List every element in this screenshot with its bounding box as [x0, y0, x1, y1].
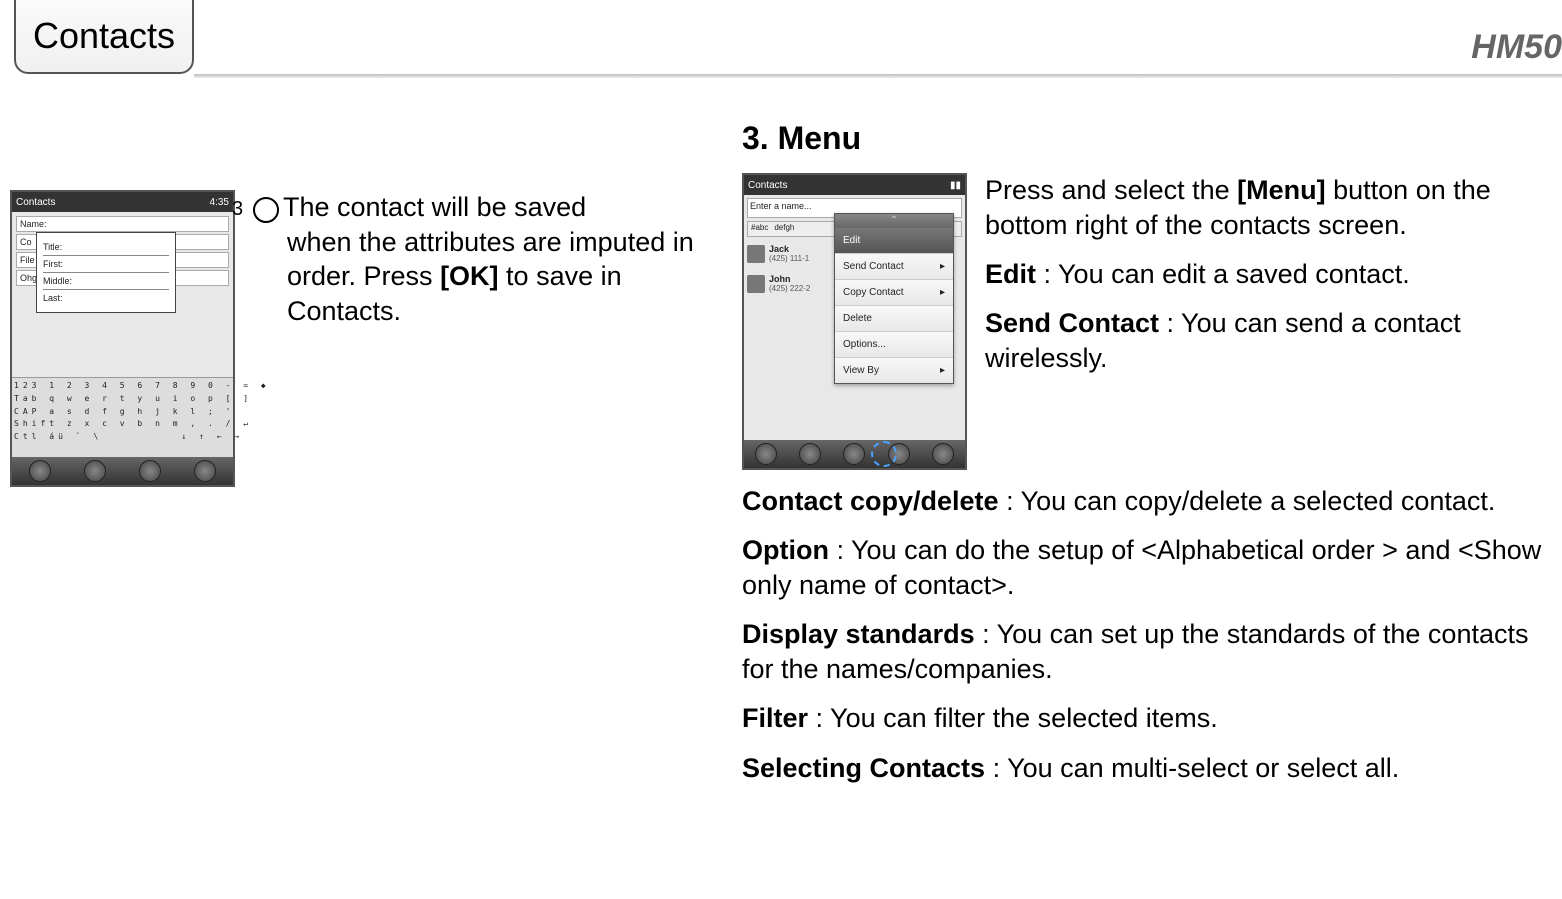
contact2-num: (425) 222-2 — [769, 285, 810, 294]
desc-filter: : You can filter the selected items. — [808, 703, 1218, 733]
popup-handle-icon: ⌃ — [835, 214, 953, 228]
kb-row4: Shift z x c v b n m , . / ↵ — [14, 418, 231, 431]
ss1-titlebar: Contacts 4:35 — [12, 192, 233, 212]
term-send: Send Contact — [985, 308, 1159, 338]
ss2-softkeys — [744, 440, 965, 468]
menu-item-viewby: View By ▸ — [835, 358, 953, 383]
section-tab-label: Contacts — [33, 15, 175, 57]
ss1-popup-middle: Middle: — [43, 273, 169, 290]
def-send: Send Contact : You can send a contact wi… — [985, 306, 1552, 376]
phone-icon — [799, 443, 821, 465]
term-display: Display standards — [742, 619, 975, 649]
keyboard-icon — [84, 460, 106, 482]
defs-continued: Contact copy/delete : You can copy/delet… — [742, 484, 1552, 786]
menu-item-edit: Edit — [835, 228, 953, 254]
def-display: Display standards : You can set up the s… — [742, 617, 1552, 687]
term-option: Option — [742, 535, 829, 565]
ss2-title: Contacts — [748, 180, 787, 191]
tab-abc: #abc — [751, 223, 768, 235]
term-copydelete: Contact copy/delete — [742, 486, 999, 516]
start-icon — [755, 443, 777, 465]
menu-item-delete: Delete — [835, 306, 953, 332]
ss2-menu-popup: ⌃ Edit Send Contact ▸ Copy Contact ▸ Del… — [834, 213, 954, 384]
ss1-softkeys — [12, 457, 233, 485]
left-column: Contacts 4:35 Name: Co File Ohgaq Title:… — [10, 120, 720, 497]
step-3-row: Contacts 4:35 Name: Co File Ohgaq Title:… — [10, 190, 720, 487]
chevron-right-icon: ▸ — [940, 287, 945, 298]
screenshot-contact-entry: Contacts 4:35 Name: Co File Ohgaq Title:… — [10, 190, 235, 487]
def-copydelete: Contact copy/delete : You can copy/delet… — [742, 484, 1552, 519]
def-filter: Filter : You can filter the selected ite… — [742, 701, 1552, 736]
def-option: Option : You can do the setup of <Alphab… — [742, 533, 1552, 603]
kb-row1: 123 1 2 3 4 5 6 7 8 9 0 - = ◆ — [14, 380, 231, 393]
screenshot-contacts-menu: Contacts ▮▮ Enter a name... #abc defgh J… — [742, 173, 967, 470]
desc-copydelete: : You can copy/delete a selected contact… — [999, 486, 1496, 516]
def-edit: Edit : You can edit a saved contact. — [985, 257, 1552, 292]
header-rule — [194, 74, 1562, 78]
term-selecting: Selecting Contacts — [742, 753, 985, 783]
contact-icon — [747, 275, 765, 293]
term-edit: Edit — [985, 259, 1036, 289]
ss1-popup-last: Last: — [43, 290, 169, 306]
chevron-right-icon: ▸ — [940, 365, 945, 376]
term-filter: Filter — [742, 703, 808, 733]
menu-send-label: Send Contact — [843, 261, 904, 272]
start-icon — [29, 460, 51, 482]
right-column: 3. Menu Contacts ▮▮ Enter a name... #abc… — [742, 120, 1552, 786]
menu-item-copy: Copy Contact ▸ — [835, 280, 953, 306]
ss2-status-icons: ▮▮ — [950, 180, 961, 191]
keyboard-icon — [843, 443, 865, 465]
section-tab: Contacts — [14, 0, 194, 74]
menu-delete-label: Delete — [843, 313, 872, 324]
tab-defgh: defgh — [774, 223, 794, 235]
ss1-popup-title: Title: — [43, 239, 169, 256]
kb-row2: Tab q w e r t y u i o p [ ] — [14, 393, 231, 406]
step-number-3: 3 — [253, 197, 279, 223]
contact-icon — [747, 245, 765, 263]
step-3-text: 3The contact will be saved when the attr… — [253, 190, 720, 328]
intro-menu-bold: [Menu] — [1237, 175, 1325, 205]
kb-row5: Ctl áü ` \ ↓ ↑ ← → — [14, 431, 231, 444]
menu-options-label: Options... — [843, 339, 886, 350]
ss1-keyboard: 123 1 2 3 4 5 6 7 8 9 0 - = ◆ Tab q w e … — [12, 377, 233, 457]
menu-edit-label: Edit — [843, 235, 860, 246]
contact1-num: (425) 111-1 — [769, 255, 809, 264]
menu-copy-label: Copy Contact — [843, 287, 904, 298]
model-label: HM50 — [1471, 28, 1562, 67]
ss1-name-field: Name: — [16, 216, 229, 232]
close-icon — [932, 443, 954, 465]
ss1-popup-first: First: — [43, 256, 169, 273]
ok-icon — [194, 460, 216, 482]
menu-row: Contacts ▮▮ Enter a name... #abc defgh J… — [742, 173, 1552, 470]
menu-intro-and-defs: Press and select the [Menu] button on th… — [985, 173, 1552, 376]
menu-icon — [139, 460, 161, 482]
highlight-circle-icon — [871, 441, 897, 467]
ss2-titlebar: Contacts ▮▮ — [744, 175, 965, 195]
chevron-right-icon: ▸ — [940, 261, 945, 272]
desc-option: : You can do the setup of <Alphabetical … — [742, 535, 1541, 600]
ss1-time: 4:35 — [210, 197, 229, 208]
desc-selecting: : You can multi-select or select all. — [985, 753, 1399, 783]
section-3-menu: 3. Menu — [742, 120, 1552, 157]
desc-edit: : You can edit a saved contact. — [1036, 259, 1410, 289]
menu-viewby-label: View By — [843, 365, 879, 376]
def-selecting: Selecting Contacts : You can multi-selec… — [742, 751, 1552, 786]
menu-item-options: Options... — [835, 332, 953, 358]
kb-row3: CAP a s d f g h j k l ; ' — [14, 406, 231, 419]
ss1-name-popup: Title: First: Middle: Last: — [36, 232, 176, 313]
ss2-body: Enter a name... #abc defgh Jack (425) 11… — [744, 195, 965, 440]
ss1-title: Contacts — [16, 197, 55, 208]
menu-item-send: Send Contact ▸ — [835, 254, 953, 280]
step3-ok: [OK] — [440, 261, 498, 291]
intro-1: Press and select the — [985, 175, 1237, 205]
ss1-body: Name: Co File Ohgaq Title: First: Middle… — [12, 212, 233, 377]
step3-line1: The contact will be saved — [283, 192, 586, 222]
